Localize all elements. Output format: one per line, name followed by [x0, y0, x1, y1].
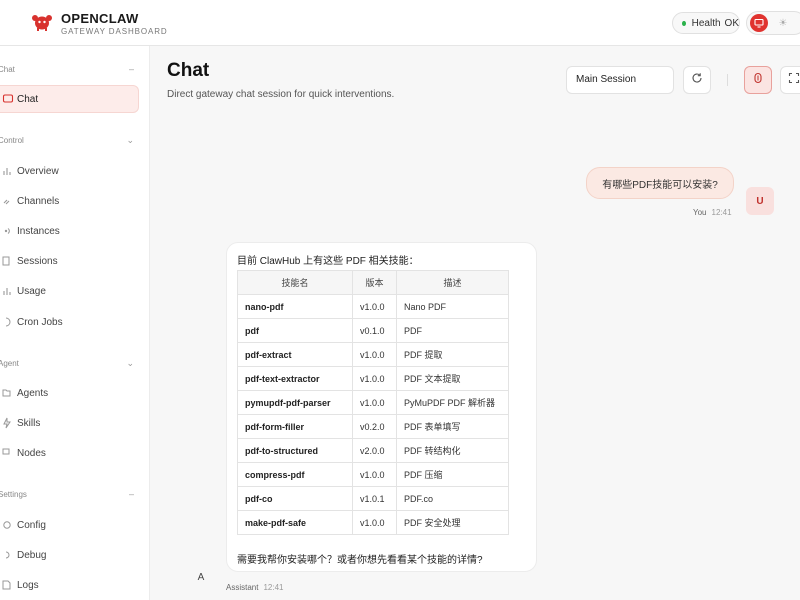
- page-subtitle: Direct gateway chat session for quick in…: [167, 89, 395, 100]
- table-row: pdf v0.1.0 PDF: [237, 318, 509, 343]
- table-row: pdf-co v1.0.1 PDF.co: [237, 486, 509, 511]
- health-value: OK: [724, 17, 739, 29]
- bug-icon: [2, 549, 14, 561]
- clock-icon: [2, 316, 14, 328]
- user-timestamp: 12:41: [711, 208, 732, 217]
- sidebar-item-cron-jobs[interactable]: Cron Jobs: [0, 308, 139, 336]
- document-icon: [2, 255, 14, 267]
- monitor-theme-icon[interactable]: [750, 14, 768, 32]
- sun-icon[interactable]: ☀: [774, 14, 792, 32]
- link-icon: [2, 195, 14, 207]
- health-dot-icon: [682, 20, 686, 26]
- assistant-intro-text: 目前 ClawHub 上有这些 PDF 相关技能：: [237, 256, 419, 267]
- brain-icon: [752, 71, 764, 89]
- health-status-badge[interactable]: Health OK: [672, 12, 740, 34]
- assistant-sender: Assistant: [226, 583, 259, 592]
- refresh-button[interactable]: [683, 66, 711, 94]
- assistant-message-bubble: 目前 ClawHub 上有这些 PDF 相关技能： 技能名 版本 描述 nano…: [226, 242, 537, 572]
- gear-icon: [2, 519, 14, 531]
- column-header: 技能名: [237, 270, 353, 295]
- bar-chart-icon: [2, 285, 14, 297]
- user-message-meta: You 12:41: [693, 208, 732, 217]
- chevron-icon: –: [128, 489, 134, 499]
- table-row: pdf-form-filler v0.2.0 PDF 表单填写: [237, 414, 509, 439]
- chevron-icon: ⌄: [126, 358, 134, 368]
- sidebar-item-logs[interactable]: Logs: [0, 571, 139, 599]
- table-row: pdf-text-extractor v1.0.0 PDF 文本提取: [237, 366, 509, 391]
- group-header-chat[interactable]: Chat –: [0, 64, 140, 79]
- sidebar-item-nodes[interactable]: Nodes: [0, 439, 139, 467]
- assistant-timestamp: 12:41: [263, 583, 284, 592]
- bar-chart-icon: [2, 165, 14, 177]
- fullscreen-button[interactable]: [780, 66, 800, 94]
- table-row: pdf-extract v1.0.0 PDF 提取: [237, 342, 509, 367]
- sidebar-item-agents[interactable]: Agents: [0, 379, 139, 407]
- sidebar-item-config[interactable]: Config: [0, 511, 139, 539]
- brand-subtitle: GATEWAY DASHBOARD: [61, 27, 168, 36]
- group-header-agent[interactable]: Agent ⌄: [0, 358, 140, 373]
- table-row: compress-pdf v1.0.0 PDF 压缩: [237, 462, 509, 487]
- table-row: make-pdf-safe v1.0.0 PDF 安全处理: [237, 510, 509, 535]
- table-row: nano-pdf v1.0.0 Nano PDF: [237, 294, 509, 319]
- table-row: pdf-to-structured v2.0.0 PDF 转结构化: [237, 438, 509, 463]
- chevron-icon: ⌄: [126, 135, 134, 145]
- sidebar-item-debug[interactable]: Debug: [0, 541, 139, 569]
- skills-table: 技能名 版本 描述 nano-pdf v1.0.0 Nano PDF pdf v0.1…: [237, 270, 509, 535]
- health-label: Health: [691, 17, 721, 29]
- radio-icon: [2, 225, 14, 237]
- chevron-icon: –: [128, 64, 134, 74]
- sidebar-item-instances[interactable]: Instances: [0, 217, 139, 245]
- table-header-row: 技能名 版本 描述: [237, 270, 509, 295]
- assistant-message-meta: Assistant 12:41: [226, 583, 284, 592]
- user-avatar: U: [746, 187, 774, 215]
- theme-toggle[interactable]: ☀: [746, 11, 800, 35]
- sidebar-item-chat[interactable]: Chat: [0, 85, 139, 113]
- file-icon: [2, 579, 14, 591]
- table-row: pymupdf-pdf-parser v1.0.0 PyMuPDF PDF 解析器: [237, 390, 509, 415]
- user-sender: You: [693, 208, 707, 217]
- sidebar-item-sessions[interactable]: Sessions: [0, 247, 139, 275]
- session-select[interactable]: Main Session: [566, 66, 674, 94]
- assistant-outro-text: 需要我帮你安装哪个？或者你想先看看某个技能的详情?: [237, 555, 483, 566]
- chat-bubble-icon: [2, 93, 14, 105]
- assistant-avatar: A: [197, 571, 205, 583]
- page-title: Chat: [167, 60, 210, 81]
- column-header: 版本: [352, 270, 397, 295]
- toolbar-divider: [727, 74, 728, 86]
- lobster-logo-icon: [31, 11, 53, 33]
- group-header-settings[interactable]: Settings –: [0, 489, 140, 504]
- brand-title: OPENCLAW: [61, 11, 139, 26]
- sidebar-item-overview[interactable]: Overview: [0, 157, 139, 185]
- focus-mode-button[interactable]: [744, 66, 772, 94]
- column-header: 描述: [396, 270, 509, 295]
- refresh-icon: [691, 71, 703, 89]
- user-message-bubble: 有哪些PDF技能可以安装?: [586, 167, 734, 199]
- bolt-icon: [2, 417, 14, 429]
- monitor-icon: [2, 447, 14, 459]
- main-content: Chat Direct gateway chat session for qui…: [150, 46, 800, 600]
- top-bar: OPENCLAW GATEWAY DASHBOARD Health OK ☀: [0, 0, 800, 46]
- sidebar-item-channels[interactable]: Channels: [0, 187, 139, 215]
- expand-icon: [788, 71, 800, 89]
- sidebar-item-skills[interactable]: Skills: [0, 409, 139, 437]
- sidebar-item-usage[interactable]: Usage: [0, 277, 139, 305]
- group-header-control[interactable]: Control ⌄: [0, 135, 140, 150]
- sidebar: Chat – Chat Control ⌄ Overview Channels In…: [0, 46, 150, 600]
- folder-icon: [2, 387, 14, 399]
